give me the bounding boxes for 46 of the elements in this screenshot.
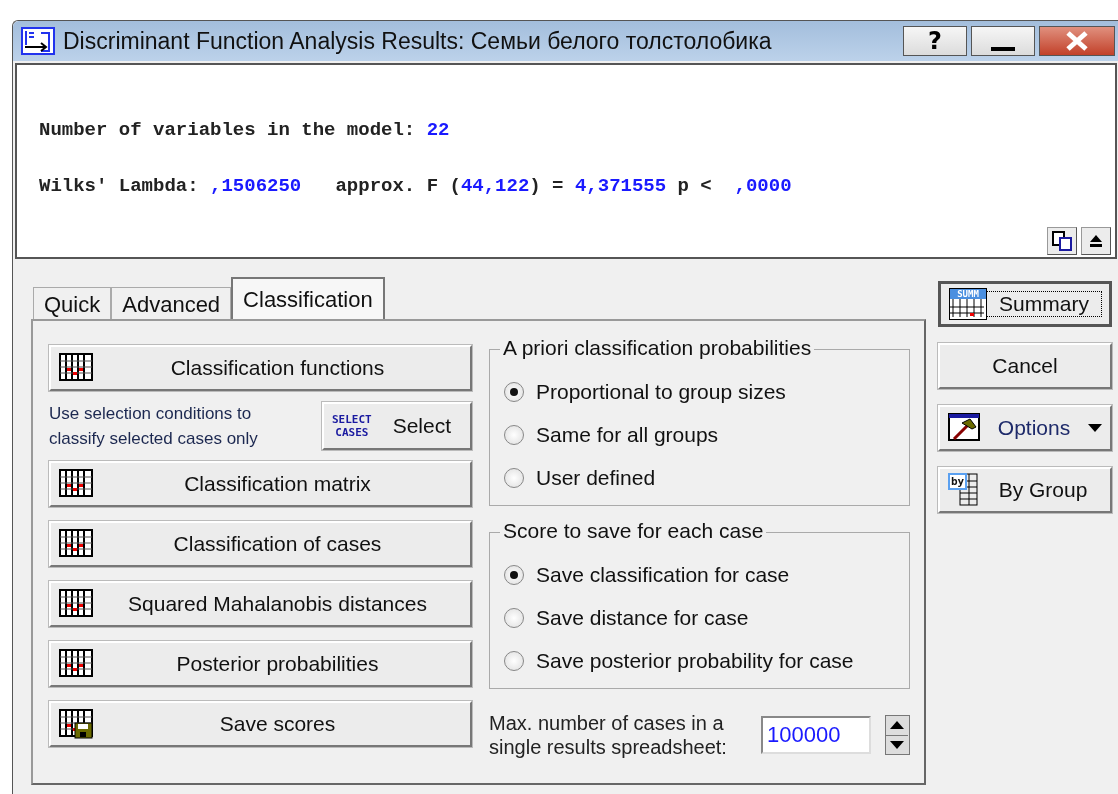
- result-button[interactable]: Squared Mahalanobis distances: [49, 581, 472, 627]
- tab[interactable]: Quick: [33, 287, 112, 319]
- window-title: Discriminant Function Analysis Results: Семьи белого толстолобика: [63, 27, 773, 55]
- result-button[interactable]: Classification of cases: [49, 521, 472, 567]
- tab[interactable]: Classification: [231, 277, 385, 319]
- result-button[interactable]: Posterior probabilities: [49, 641, 472, 687]
- radio-option[interactable]: User defined: [504, 456, 656, 499]
- spin-buttons[interactable]: [885, 715, 910, 755]
- copy-button[interactable]: [1047, 227, 1077, 255]
- copy-icon: [1052, 231, 1072, 251]
- radio-option[interactable]: Proportional to group sizes: [504, 370, 786, 413]
- table-icon: [59, 353, 93, 383]
- cancel-button[interactable]: Cancel: [938, 343, 1112, 389]
- result-button[interactable]: Classification functions: [49, 345, 472, 391]
- table-icon: SUMM: [949, 288, 987, 320]
- result-button[interactable]: Classification matrix: [49, 461, 472, 507]
- minimize-button[interactable]: [971, 26, 1035, 56]
- table-icon: [59, 529, 93, 559]
- tab[interactable]: Advanced: [111, 287, 232, 319]
- hammer-icon: [948, 413, 980, 443]
- radio-option[interactable]: Save distance for case: [504, 596, 749, 639]
- close-button[interactable]: [1039, 26, 1115, 56]
- close-icon: [1064, 31, 1090, 51]
- hint-text: Use selection conditions to classify selected cases only: [49, 403, 259, 450]
- help-button[interactable]: ?: [903, 26, 967, 56]
- radio-option[interactable]: Save classification for case: [504, 553, 790, 596]
- caret-icon: [1088, 423, 1102, 433]
- table-icon: [59, 649, 93, 679]
- eject-icon: [1089, 233, 1103, 249]
- table-icon: [59, 589, 93, 619]
- radio-option[interactable]: Same for all groups: [504, 413, 719, 456]
- field-label: Max. number of cases in a single results spreadsheet:: [489, 711, 728, 759]
- select-cases-icon: SELECT CASES: [332, 413, 372, 439]
- app-icon: [21, 27, 55, 55]
- collapse-button[interactable]: [1081, 227, 1111, 255]
- select-button[interactable]: SELECT CASES Select: [322, 402, 472, 450]
- result-line: Wilks' Lambda: ,1506250 approx. F (44,122) = 4,371555 p < ,0000: [39, 175, 793, 197]
- max-cases-field[interactable]: 100000: [761, 716, 872, 754]
- table-icon: [59, 469, 93, 499]
- result-line: Number of variables in the model: 22: [39, 119, 451, 141]
- by-group-button[interactable]: by By Group: [938, 467, 1112, 513]
- radio-option[interactable]: Save posterior probability for case: [504, 639, 854, 682]
- options-button[interactable]: Options: [938, 405, 1112, 451]
- result-button[interactable]: Save scores: [49, 701, 472, 747]
- summary-button[interactable]: SUMM Summary: [938, 281, 1112, 327]
- minimize-icon: [991, 47, 1015, 51]
